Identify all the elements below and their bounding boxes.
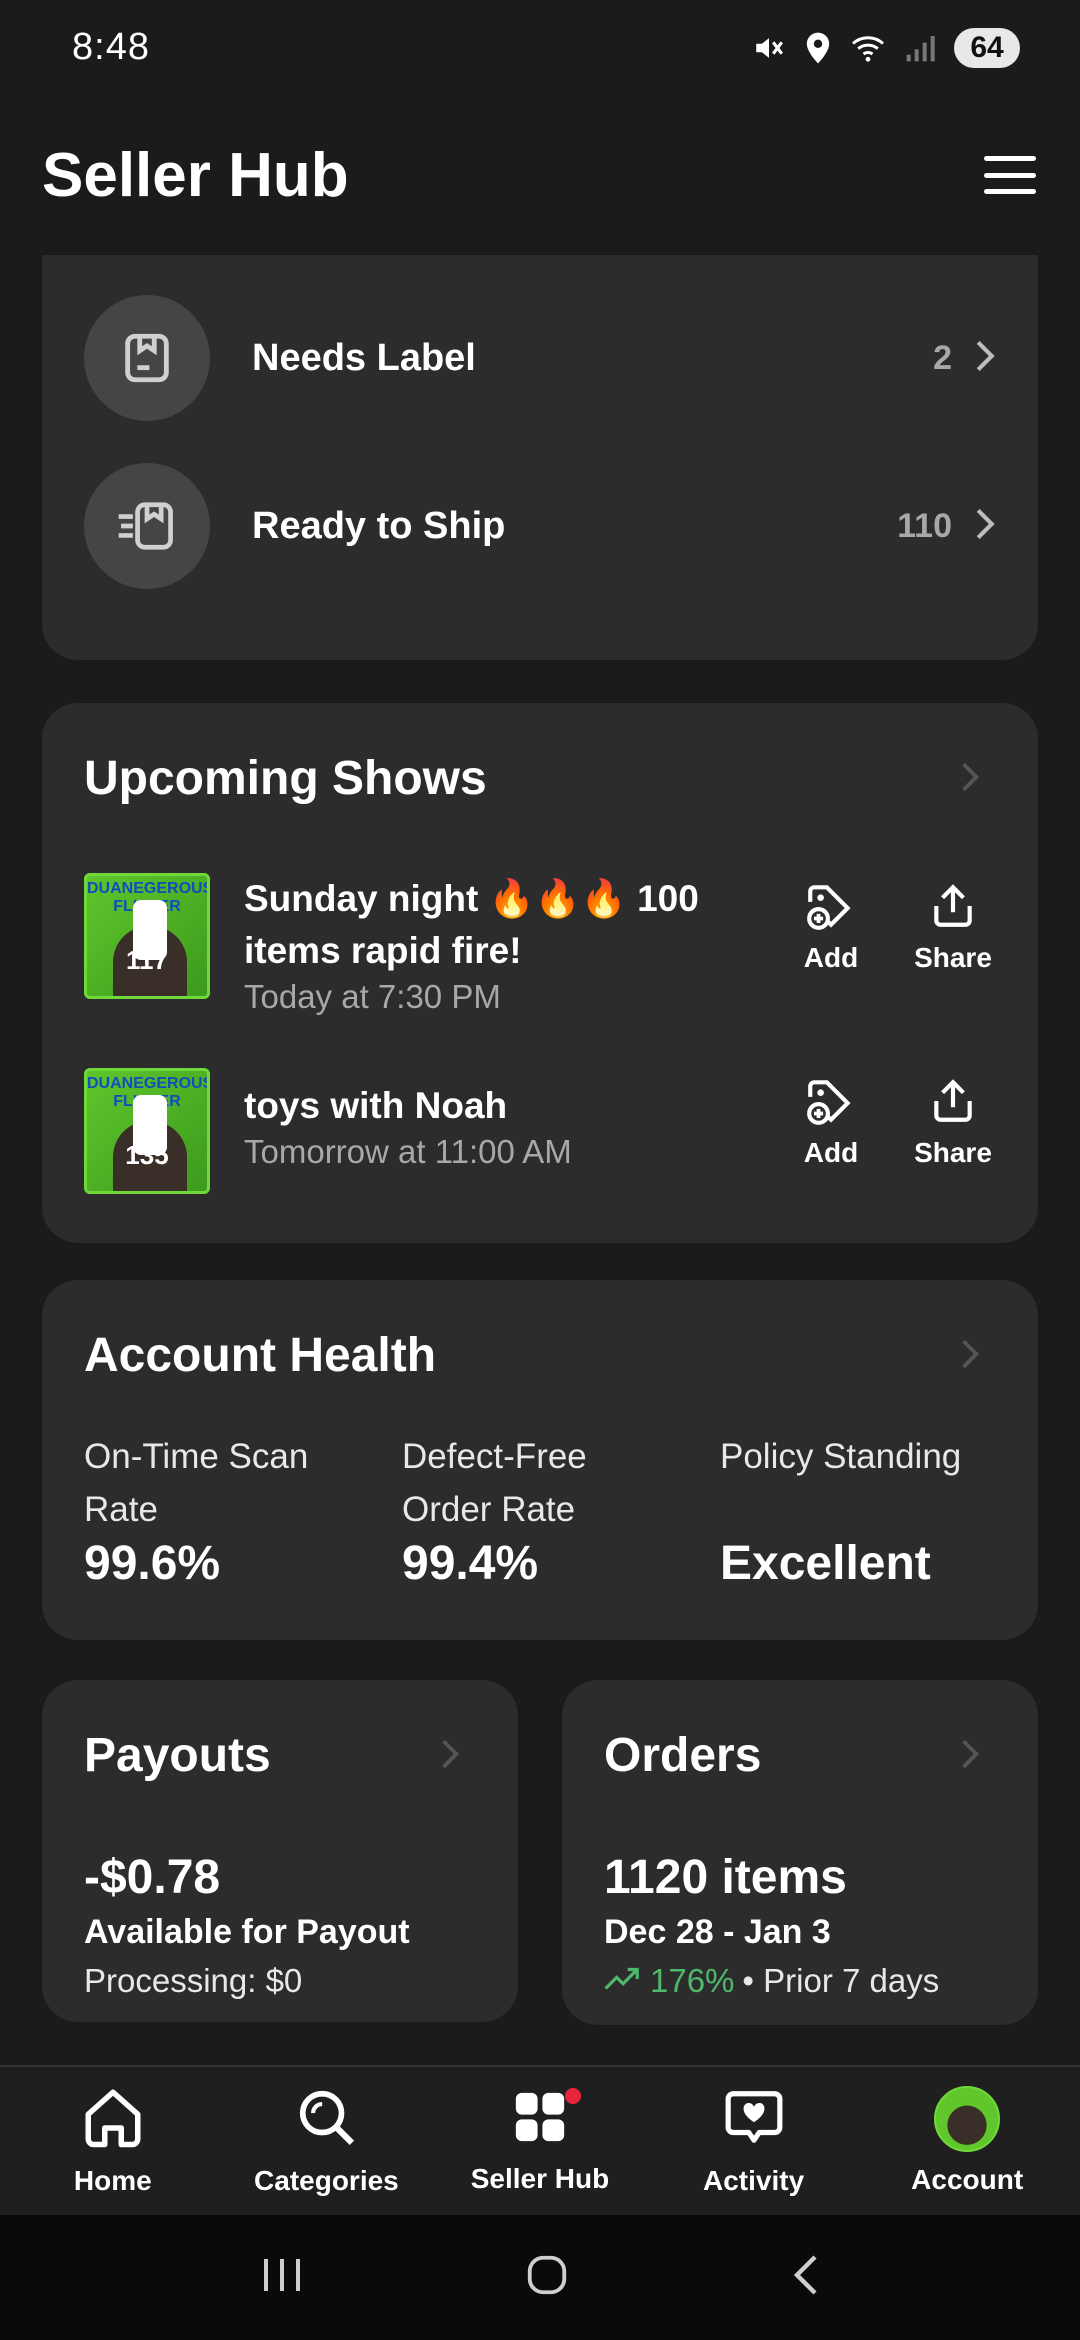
chevron-right-icon <box>974 339 996 378</box>
nav-label: Home <box>73 2164 152 2196</box>
content-scroll[interactable]: Needs Label 2 Ready to Ship 110 Upcoming… <box>0 255 1080 2065</box>
orders-trend: 176% • Prior 7 days <box>604 1962 939 2000</box>
policy-standing-metric: Policy Standing Excellent <box>720 1430 1020 1591</box>
label-box-icon <box>84 295 210 421</box>
add-label: Add <box>803 942 859 973</box>
page-title: Seller Hub <box>42 140 349 210</box>
home-icon <box>80 2086 146 2153</box>
home-button-icon[interactable] <box>524 2252 570 2303</box>
shipping-card: Needs Label 2 Ready to Ship 110 <box>42 255 1038 660</box>
upcoming-shows-title[interactable]: Upcoming Shows <box>84 751 487 806</box>
nav-home[interactable]: Home <box>6 2086 220 2197</box>
wifi-icon <box>850 33 886 63</box>
payouts-title: Payouts <box>84 1729 271 1782</box>
ready-to-ship-text: Ready to Ship <box>252 504 506 547</box>
show-item[interactable]: DUANEGEROUS FLIPPER 135 toys with Noah T… <box>84 1068 996 1194</box>
account-health-title: Account Health <box>84 1329 437 1382</box>
defect-free-metric: Defect-Free Order Rate 99.4% <box>402 1430 702 1591</box>
payouts-card[interactable]: Payouts -$0.78 Available for Payout Proc… <box>42 1680 518 2022</box>
status-time: 8:48 <box>72 26 150 68</box>
show-time: Today at 7:30 PM <box>244 978 501 1015</box>
mute-icon <box>752 31 786 65</box>
metric-value: 99.4% <box>402 1537 539 1590</box>
ready-to-ship-count: 110 <box>897 506 952 545</box>
metric-label: Policy Standing <box>720 1437 962 1476</box>
orders-title: Orders <box>604 1729 762 1782</box>
add-tag-icon <box>804 1076 858 1131</box>
trend-up-icon <box>604 1962 642 2000</box>
trend-percent: 176% <box>650 1962 735 1999</box>
add-label: Add <box>803 1137 859 1168</box>
nav-seller-hub[interactable]: Seller Hub <box>433 2087 647 2195</box>
show-thumbnail: DUANEGEROUS FLIPPER 135 <box>84 1068 210 1194</box>
metric-value: 99.6% <box>84 1537 221 1590</box>
nav-label: Categories <box>254 2164 399 2196</box>
share-icon <box>928 881 978 936</box>
fast-box-icon <box>84 463 210 589</box>
heart-chat-icon <box>723 2086 785 2153</box>
recent-apps-icon[interactable] <box>260 2255 304 2300</box>
orders-card[interactable]: Orders 1120 items Dec 28 - Jan 3 176% • … <box>562 1680 1038 2025</box>
system-nav-bar <box>0 2215 1080 2340</box>
location-icon <box>804 31 832 65</box>
nav-label: Activity <box>703 2164 805 2196</box>
share-icon <box>928 1076 978 1131</box>
add-tag-icon <box>804 881 858 936</box>
bottom-nav: Home Categories Seller Hub Activity Acco… <box>0 2065 1080 2215</box>
share-label: Share <box>914 942 992 973</box>
trend-suffix: • Prior 7 days <box>742 1962 940 1999</box>
signal-icon <box>904 33 936 63</box>
show-thumbnail: DUANEGEROUS FLIPPER 117 <box>84 873 210 999</box>
viewer-count: 117 <box>126 945 168 975</box>
status-icons: 64 <box>752 27 1020 68</box>
chevron-right-icon <box>440 1738 460 1775</box>
nav-label: Account <box>911 2164 1024 2195</box>
nav-account[interactable]: Account <box>860 2086 1074 2196</box>
account-health-card[interactable]: Account Health On-Time Scan Rate 99.6% D… <box>42 1280 1038 1640</box>
upcoming-shows-card: Upcoming Shows DUANEGEROUS FLIPPER 117 S… <box>42 703 1038 1243</box>
avatar <box>934 2086 1001 2152</box>
show-title: Sunday night 🔥🔥🔥 100 items rapid fire! <box>244 878 699 971</box>
processing-amount: Processing: $0 <box>84 1962 303 1999</box>
chevron-right-icon[interactable] <box>960 761 980 798</box>
chevron-right-icon <box>960 1738 980 1775</box>
metric-value: Excellent <box>720 1537 931 1590</box>
needs-label-row[interactable]: Needs Label 2 <box>84 295 996 421</box>
viewer-count: 135 <box>125 1140 169 1170</box>
header: Seller Hub <box>0 95 1080 255</box>
chevron-right-icon <box>974 507 996 546</box>
show-title: toys with Noah <box>244 1085 508 1126</box>
nav-activity[interactable]: Activity <box>647 2086 861 2197</box>
battery-indicator: 64 <box>954 27 1020 68</box>
back-icon[interactable] <box>790 2253 820 2302</box>
on-time-scan-metric: On-Time Scan Rate 99.6% <box>84 1430 384 1591</box>
metric-label: On-Time Scan Rate <box>84 1437 309 1529</box>
chevron-right-icon <box>960 1338 980 1375</box>
nav-label: Seller Hub <box>470 2162 610 2194</box>
show-item[interactable]: DUANEGEROUS FLIPPER 117 Sunday night 🔥🔥🔥… <box>84 873 996 1017</box>
hamburger-menu-icon[interactable] <box>980 150 1040 200</box>
orders-count: 1120 items <box>604 1851 847 1904</box>
search-icon <box>295 2086 357 2153</box>
needs-label-text: Needs Label <box>252 336 476 379</box>
add-reminder-button[interactable]: Add <box>788 881 874 974</box>
share-button[interactable]: Share <box>910 1076 996 1169</box>
status-bar: 8:48 64 <box>0 0 1080 95</box>
orders-date-range: Dec 28 - Jan 3 <box>604 1913 831 1951</box>
payout-amount: -$0.78 <box>84 1851 221 1904</box>
show-time: Tomorrow at 11:00 AM <box>244 1133 572 1170</box>
notification-dot <box>565 2087 582 2104</box>
grid-icon <box>511 2088 569 2151</box>
nav-categories[interactable]: Categories <box>220 2086 434 2197</box>
ready-to-ship-row[interactable]: Ready to Ship 110 <box>84 463 996 589</box>
add-reminder-button[interactable]: Add <box>788 1076 874 1169</box>
metric-label: Defect-Free Order Rate <box>402 1437 587 1529</box>
share-button[interactable]: Share <box>910 881 996 974</box>
needs-label-count: 2 <box>933 338 952 377</box>
available-for-payout: Available for Payout <box>84 1913 410 1951</box>
share-label: Share <box>914 1137 992 1168</box>
